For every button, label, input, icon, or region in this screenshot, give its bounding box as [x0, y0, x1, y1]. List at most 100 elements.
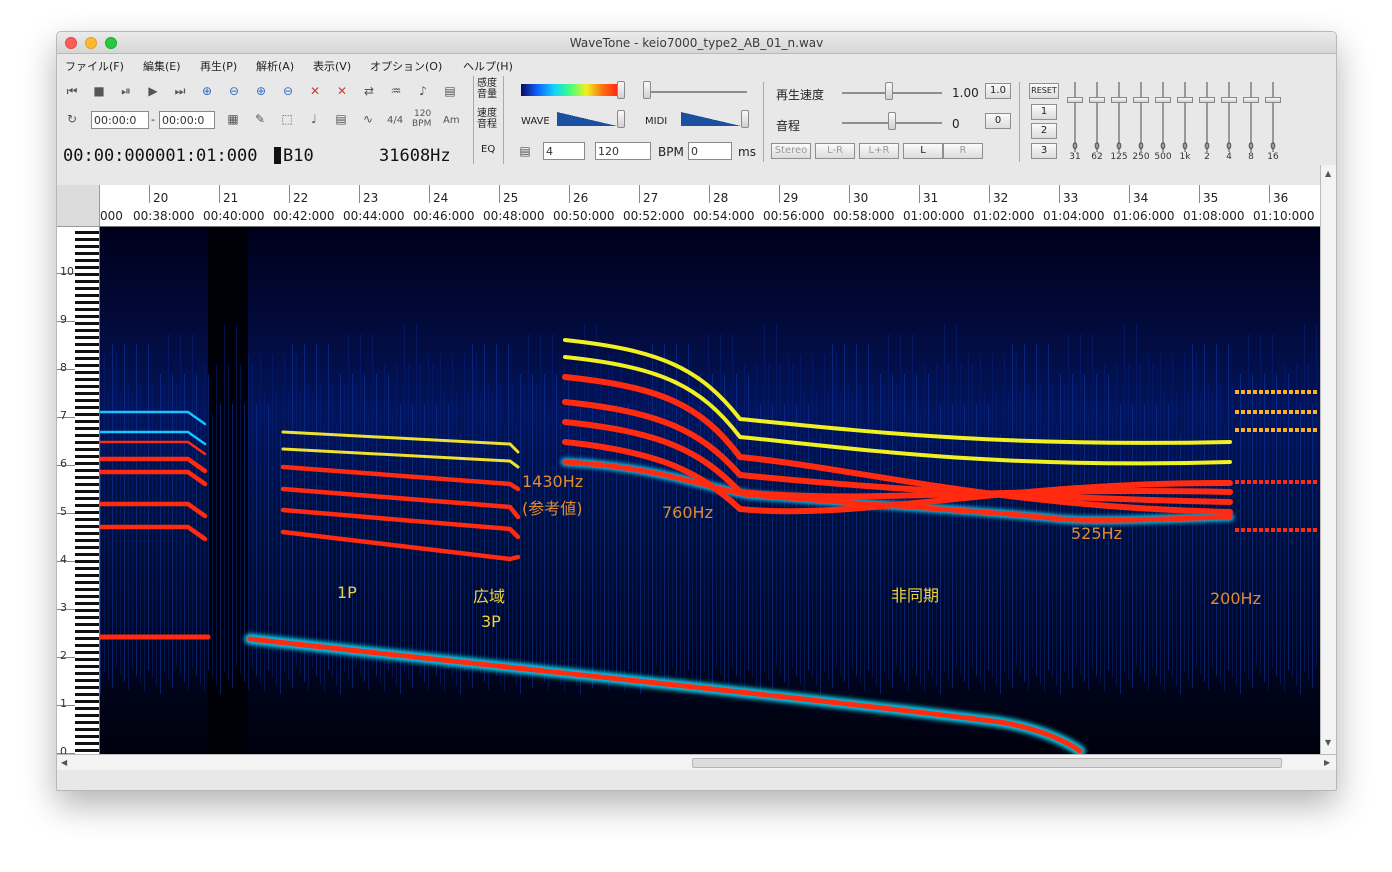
black-key[interactable]	[75, 546, 99, 549]
black-key[interactable]	[75, 588, 99, 591]
black-key[interactable]	[75, 644, 99, 647]
eq-preset-2-button[interactable]: 2	[1031, 123, 1057, 139]
black-key[interactable]	[75, 581, 99, 584]
pause-icon[interactable]: ⏯	[116, 82, 136, 100]
black-key[interactable]	[75, 266, 99, 269]
pen-icon[interactable]: ✎	[250, 110, 270, 128]
eq-band-thumb[interactable]	[1133, 97, 1149, 103]
beats-field[interactable]: 4	[543, 142, 585, 160]
black-key[interactable]	[75, 553, 99, 556]
black-key[interactable]	[75, 630, 99, 633]
black-key[interactable]	[75, 539, 99, 542]
sensitivity-slider-thumb[interactable]	[617, 81, 625, 99]
grid-toggle-icon[interactable]: ▦	[223, 110, 243, 128]
black-key[interactable]	[75, 336, 99, 339]
black-key[interactable]	[75, 518, 99, 521]
note-view-icon[interactable]: ♪	[413, 82, 433, 100]
menu-analysis[interactable]: 解析(A)	[256, 58, 294, 74]
horizontal-scrollbar[interactable]: ◀ ▶	[57, 754, 1336, 770]
stop-icon[interactable]: ■	[89, 82, 109, 100]
black-key[interactable]	[75, 252, 99, 255]
eq-band-slider[interactable]: 08	[1240, 82, 1262, 164]
eq-band-thumb[interactable]	[1177, 97, 1193, 103]
eq-label[interactable]: EQ	[481, 144, 495, 155]
black-key[interactable]	[75, 504, 99, 507]
black-key[interactable]	[75, 623, 99, 626]
zoom-in-vertical-icon[interactable]: ⊕	[251, 82, 271, 100]
black-key[interactable]	[75, 637, 99, 640]
bpm-icon-value[interactable]: 120	[414, 109, 431, 119]
black-key[interactable]	[75, 364, 99, 367]
play-icon[interactable]: ▶	[143, 82, 163, 100]
black-key[interactable]	[75, 672, 99, 675]
black-key[interactable]	[75, 609, 99, 612]
offset-field[interactable]: 0	[688, 142, 732, 160]
black-key[interactable]	[75, 399, 99, 402]
black-key[interactable]	[75, 476, 99, 479]
black-key[interactable]	[75, 602, 99, 605]
swap-icon[interactable]: ⇄	[359, 82, 379, 100]
menu-play[interactable]: 再生(P)	[200, 58, 237, 74]
black-key[interactable]	[75, 420, 99, 423]
black-key[interactable]	[75, 259, 99, 262]
scroll-right-icon[interactable]: ▶	[1324, 758, 1330, 767]
eq-band-slider[interactable]: 0 250	[1130, 82, 1152, 164]
black-key[interactable]	[75, 294, 99, 297]
black-key[interactable]	[75, 357, 99, 360]
eq-band-thumb[interactable]	[1067, 97, 1083, 103]
rewind-icon[interactable]: ⏮	[62, 82, 82, 100]
black-key[interactable]	[75, 497, 99, 500]
black-key[interactable]	[75, 273, 99, 276]
black-key[interactable]	[75, 462, 99, 465]
zoom-in-horizontal-icon[interactable]: ⊕	[197, 82, 217, 100]
loop-end-field[interactable]: 00:00:0	[159, 111, 215, 129]
bpm-field[interactable]: 120	[595, 142, 651, 160]
black-key[interactable]	[75, 322, 99, 325]
black-key[interactable]	[75, 427, 99, 430]
black-key[interactable]	[75, 371, 99, 374]
l-minus-r-button[interactable]: L-R	[815, 143, 855, 159]
eq-preset-3-button[interactable]: 3	[1031, 143, 1057, 159]
eq-band-slider[interactable]: 0 500	[1152, 82, 1174, 164]
black-key[interactable]	[75, 560, 99, 563]
black-key[interactable]	[75, 308, 99, 311]
eq-band-slider[interactable]: 0 1k	[1174, 82, 1196, 164]
black-key[interactable]	[75, 651, 99, 654]
black-key[interactable]	[75, 742, 99, 745]
note-icon[interactable]: ♩	[304, 110, 324, 128]
black-key[interactable]	[75, 448, 99, 451]
vertical-scrollbar[interactable]: ▲ ▼	[1320, 165, 1336, 754]
black-key[interactable]	[75, 532, 99, 535]
stereo-button[interactable]: Stereo	[771, 143, 811, 159]
scroll-up-icon[interactable]: ▲	[1325, 169, 1331, 178]
black-key[interactable]	[75, 378, 99, 381]
loop-start-field[interactable]: 00:00:0	[91, 111, 149, 129]
eq-band-thumb[interactable]	[1089, 97, 1105, 103]
waveform-icon[interactable]: ∿	[358, 110, 378, 128]
black-key[interactable]	[75, 245, 99, 248]
loop-icon[interactable]: ↻	[62, 110, 82, 128]
eq-preset-1-button[interactable]: 1	[1031, 104, 1057, 120]
volume-slider-thumb[interactable]	[643, 81, 651, 99]
black-key[interactable]	[75, 287, 99, 290]
eq-band-slider[interactable]: 0 62	[1086, 82, 1108, 164]
speed-reset-button[interactable]: 1.0	[985, 83, 1011, 99]
black-key[interactable]	[75, 350, 99, 353]
eq-band-slider[interactable]: 02	[1196, 82, 1218, 164]
black-key[interactable]	[75, 714, 99, 717]
black-key[interactable]	[75, 686, 99, 689]
scroll-left-icon[interactable]: ◀	[61, 758, 67, 767]
eq-band-thumb[interactable]	[1199, 97, 1215, 103]
menu-file[interactable]: ファイル(F)	[65, 58, 124, 74]
eq-band-slider[interactable]: 04	[1218, 82, 1240, 164]
black-key[interactable]	[75, 595, 99, 598]
black-key[interactable]	[75, 329, 99, 332]
horizontal-scroll-thumb[interactable]	[692, 758, 1282, 768]
black-key[interactable]	[75, 525, 99, 528]
black-key[interactable]	[75, 567, 99, 570]
black-key[interactable]	[75, 721, 99, 724]
chord-button[interactable]: Am	[443, 115, 460, 126]
black-key[interactable]	[75, 483, 99, 486]
midi-volume-thumb[interactable]	[741, 110, 749, 128]
fast-forward-icon[interactable]: ⏭	[170, 82, 190, 100]
